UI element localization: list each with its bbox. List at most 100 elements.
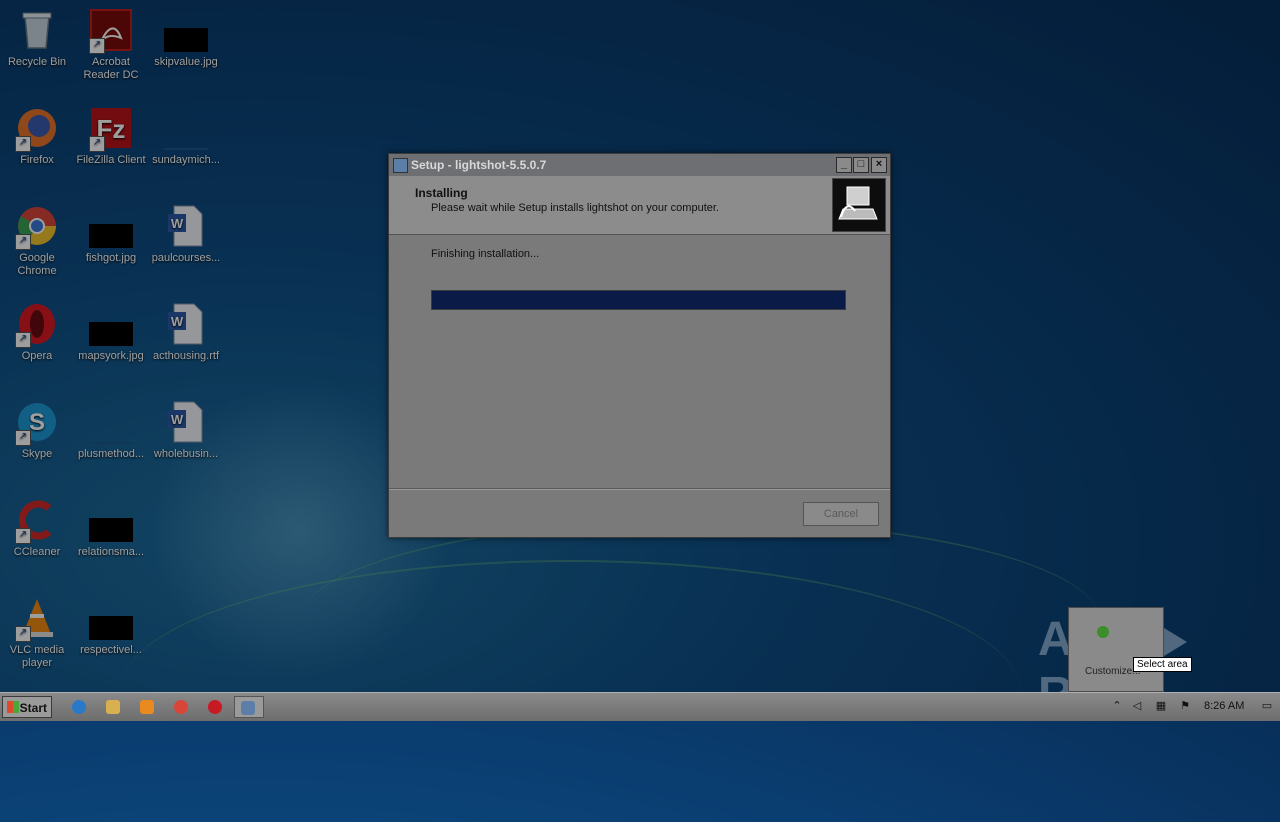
tooltip: Select area: [1133, 657, 1192, 672]
maximize-button[interactable]: □: [853, 157, 869, 173]
chrome-icon: ↗: [15, 204, 59, 250]
desktop-icon-google-chrome[interactable]: ↗ Google Chrome: [0, 204, 74, 278]
install-progress-bar: [431, 290, 846, 310]
shortcut-arrow-icon: ↗: [15, 234, 31, 250]
taskbar-chrome[interactable]: [168, 696, 194, 718]
word-document-icon: W: [164, 302, 208, 346]
desktop-icon-respectivel[interactable]: respectivel...: [74, 596, 148, 657]
desktop-icon-skype[interactable]: S ↗ Skype: [0, 400, 74, 461]
desktop-icon-opera[interactable]: ↗ Opera: [0, 302, 74, 363]
svg-text:S: S: [29, 409, 45, 436]
tray-overflow-popup: Customize...: [1068, 607, 1164, 692]
taskbar-explorer[interactable]: [100, 696, 126, 718]
shortcut-arrow-icon: ↗: [15, 528, 31, 544]
install-subheading: Please wait while Setup installs lightsh…: [431, 202, 719, 214]
setup-dialog: Setup - lightshot-5.5.0.7 _ □ × Installi…: [388, 153, 891, 538]
image-file-thumbnail: [89, 596, 133, 640]
svg-text:W: W: [171, 412, 184, 427]
taskbar-clock[interactable]: 8:26 AM: [1204, 700, 1244, 712]
filezilla-icon: Fz ↗: [89, 106, 133, 152]
show-hidden-icons-button[interactable]: ⌃: [1110, 699, 1124, 713]
desktop-icon-filezilla[interactable]: Fz ↗ FileZilla Client: [74, 106, 148, 167]
shortcut-arrow-icon: ↗: [15, 332, 31, 348]
desktop-icon-label: Skype: [21, 448, 53, 460]
dialog-separator: [389, 488, 890, 490]
desktop-icon-label: plusmethod...: [77, 448, 145, 460]
desktop-icon-label: CCleaner: [13, 546, 61, 558]
svg-text:W: W: [171, 216, 184, 231]
dialog-title: Setup - lightshot-5.5.0.7: [411, 158, 547, 172]
shortcut-arrow-icon: ↗: [15, 626, 31, 642]
desktop-icon-firefox[interactable]: ↗ Firefox: [0, 106, 74, 167]
windows-logo-icon: [7, 701, 19, 713]
svg-text:W: W: [171, 314, 184, 329]
start-label: Start: [19, 701, 47, 715]
image-file-thumbnail: [89, 498, 133, 542]
internet-explorer-icon: [72, 700, 86, 714]
shortcut-arrow-icon: ↗: [15, 430, 31, 446]
desktop-icon-label: skipvalue.jpg: [154, 56, 218, 68]
lightshot-tray-icon[interactable]: [1097, 626, 1109, 638]
word-document-icon: W: [164, 400, 208, 444]
desktop-icon-acrobat[interactable]: ↗ Acrobat Reader DC: [74, 8, 148, 82]
desktop-icon-label: relationsma...: [77, 546, 145, 558]
network-icon[interactable]: ▦: [1154, 699, 1168, 713]
acrobat-icon: ↗: [89, 8, 133, 54]
desktop-icon-paulcourses[interactable]: W paulcourses...: [149, 204, 223, 265]
skype-icon: S ↗: [15, 400, 59, 446]
desktop-icon-ccleaner[interactable]: ↗ CCleaner: [0, 498, 74, 559]
show-desktop-icon[interactable]: ▭: [1260, 699, 1274, 713]
desktop-icon-label: fishgot.jpg: [85, 252, 137, 264]
desktop-icon-wholebusin[interactable]: W wholebusin...: [149, 400, 223, 461]
image-file-thumbnail: [89, 302, 133, 346]
image-file-thumbnail: [89, 204, 133, 248]
opera-icon: [208, 700, 222, 714]
install-heading: Installing: [415, 186, 468, 200]
desktop-icon-acthousing[interactable]: W acthousing.rtf: [149, 302, 223, 363]
shortcut-arrow-icon: ↗: [89, 136, 105, 152]
setup-app-icon: [241, 701, 255, 715]
desktop-icon-vlc[interactable]: ↗ VLC media player: [0, 596, 74, 670]
taskbar-media-player[interactable]: [134, 696, 160, 718]
taskbar: Start ⌃ ◁ ▦ ⚑ 8:26 AM ▭: [0, 692, 1280, 721]
desktop-icon-plusmethod[interactable]: plusmethod...: [74, 400, 148, 461]
minimize-button[interactable]: _: [836, 157, 852, 173]
desktop-icon-fishgot[interactable]: fishgot.jpg: [74, 204, 148, 265]
desktop-icon-label: VLC media player: [9, 644, 65, 669]
desktop-icon-label: wholebusin...: [153, 448, 219, 460]
action-center-flag-icon[interactable]: ⚑: [1178, 699, 1192, 713]
ccleaner-icon: ↗: [15, 498, 59, 544]
desktop-icon-label: acthousing.rtf: [152, 350, 220, 362]
desktop-icon-label: mapsyork.jpg: [78, 350, 144, 362]
setup-app-icon: [393, 158, 408, 173]
dialog-header: Installing Please wait while Setup insta…: [389, 176, 890, 235]
volume-icon[interactable]: ◁: [1130, 699, 1144, 713]
desktop-icon-label: sundaymich...: [152, 154, 220, 166]
desktop-icon-sundaymich[interactable]: sundaymich...: [149, 106, 223, 167]
close-button[interactable]: ×: [871, 157, 887, 173]
dialog-titlebar[interactable]: Setup - lightshot-5.5.0.7 _ □ ×: [389, 154, 890, 176]
desktop-icon-mapsyork[interactable]: mapsyork.jpg: [74, 302, 148, 363]
progress-fill: [432, 291, 845, 309]
image-file-thumbnail: [89, 400, 133, 444]
cancel-button[interactable]: Cancel: [803, 502, 879, 526]
taskbar-opera[interactable]: [202, 696, 228, 718]
start-button[interactable]: Start: [2, 696, 52, 718]
desktop-icon-label: Acrobat Reader DC: [83, 56, 139, 81]
recycle-bin-icon: [15, 8, 59, 52]
desktop-icon-skipvalue[interactable]: skipvalue.jpg: [149, 8, 223, 69]
desktop-icon-label: respectivel...: [80, 644, 142, 656]
opera-icon: ↗: [15, 302, 59, 348]
folder-icon: [106, 700, 120, 714]
desktop-icon-label: Google Chrome: [17, 252, 57, 277]
chrome-icon: [174, 700, 188, 714]
desktop-icon-recycle-bin[interactable]: Recycle Bin: [0, 8, 74, 69]
vlc-cone-icon: ↗: [15, 596, 59, 642]
desktop-icon-relationsma[interactable]: relationsma...: [74, 498, 148, 559]
desktop-icon-label: Opera: [21, 350, 53, 362]
taskbar-setup[interactable]: [234, 696, 264, 718]
taskbar-ie[interactable]: [66, 696, 92, 718]
shortcut-arrow-icon: ↗: [89, 38, 105, 54]
firefox-icon: ↗: [15, 106, 59, 152]
media-player-icon: [140, 700, 154, 714]
